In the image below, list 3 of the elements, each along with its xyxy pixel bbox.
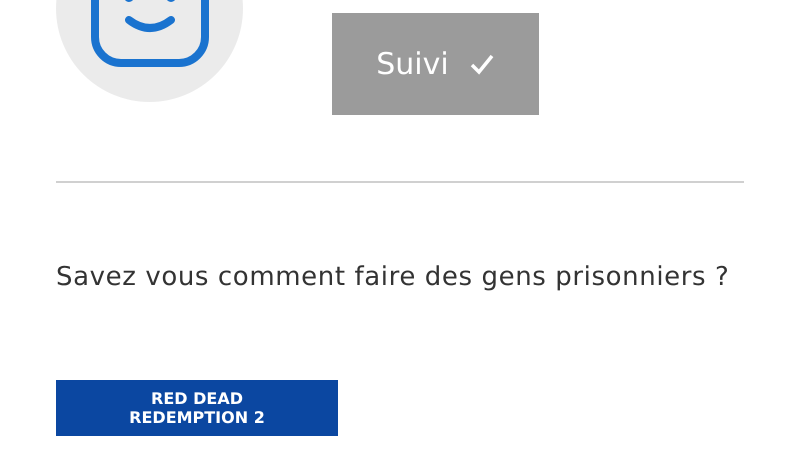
question-text: Savez vous comment faire des gens prisonniers ?: [56, 261, 730, 294]
game-tag[interactable]: RED DEAD REDEMPTION 2: [56, 380, 338, 436]
checkmark-icon: [468, 53, 495, 75]
